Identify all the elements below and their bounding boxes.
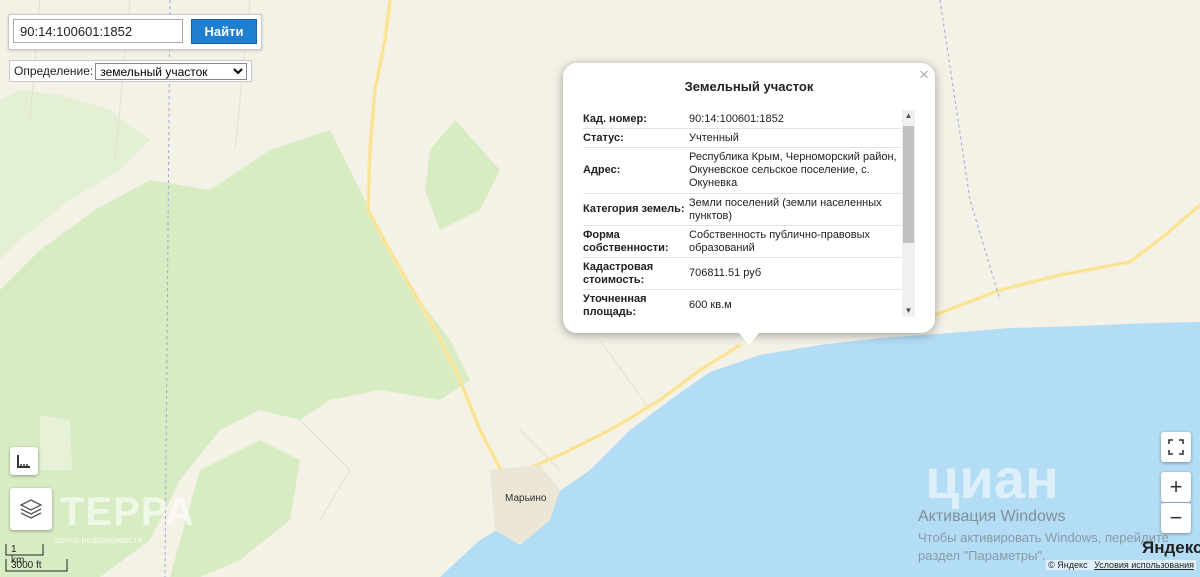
search-button[interactable]: Найти bbox=[191, 19, 257, 44]
row-value: 706811.51 руб bbox=[689, 267, 762, 279]
row-value: Собственность публично-правовых образова… bbox=[689, 228, 871, 254]
map-footer: © Яндекс Условия использования bbox=[1046, 560, 1196, 570]
terms-link[interactable]: Условия использования bbox=[1094, 560, 1194, 570]
place-label-marino: Марьино bbox=[505, 493, 547, 504]
popup-title: Земельный участок bbox=[684, 79, 814, 94]
row-key: Кад. номер: bbox=[583, 112, 647, 125]
layers-button[interactable] bbox=[10, 488, 52, 530]
row-key: Форма собственности: bbox=[583, 228, 669, 254]
table-row: Адрес: Республика Крым, Черноморский рай… bbox=[583, 148, 901, 194]
scroll-thumb[interactable] bbox=[903, 126, 914, 243]
close-icon[interactable]: × bbox=[919, 65, 929, 85]
popup-scrollbar[interactable]: ▲ ▼ bbox=[902, 110, 915, 317]
row-value: Учтенный bbox=[689, 131, 739, 144]
row-key: Уточненная площадь: bbox=[583, 292, 647, 318]
copyright-text: © Яндекс bbox=[1048, 560, 1088, 570]
row-key: Категория земель: bbox=[583, 203, 685, 215]
scroll-up-icon[interactable]: ▲ bbox=[902, 110, 915, 122]
row-key: Статус: bbox=[583, 131, 624, 144]
terra-watermark: ТЕРРА bbox=[60, 490, 195, 534]
ruler-icon bbox=[17, 455, 30, 468]
cian-watermark: циан bbox=[925, 447, 1059, 510]
layers-icon bbox=[19, 499, 43, 519]
table-row: Кадастровая стоимость: 706811.51 руб bbox=[583, 258, 901, 290]
row-value: 90:14:100601:1852 bbox=[689, 112, 784, 125]
table-row: Статус: Учтенный bbox=[583, 129, 901, 148]
parcel-popup: Земельный участок × Кад. номер: 90:14:10… bbox=[563, 63, 935, 345]
forest-area bbox=[40, 415, 72, 470]
definition-select[interactable]: земельный участок bbox=[95, 62, 248, 80]
yandex-logo: Яндекс bbox=[1142, 538, 1200, 557]
row-value: 600 кв.м bbox=[689, 299, 732, 311]
row-value: Земли поселений (земли населенных пункто… bbox=[689, 196, 882, 222]
scale-ft: 3000 ft bbox=[11, 560, 42, 571]
fullscreen-icon bbox=[1168, 439, 1184, 455]
windows-activation-title: Активация Windows bbox=[918, 508, 1066, 525]
fullscreen-button[interactable] bbox=[1161, 432, 1191, 462]
cadastral-search-input[interactable] bbox=[13, 19, 183, 43]
ruler-button[interactable] bbox=[10, 447, 38, 475]
row-key: Кадастровая стоимость: bbox=[583, 260, 654, 286]
row-key: Адрес: bbox=[583, 164, 621, 176]
windows-activation-line2: раздел "Параметры". bbox=[918, 548, 1046, 563]
definition-row: Определение: земельный участок bbox=[9, 60, 253, 82]
table-row: Кад. номер: 90:14:100601:1852 bbox=[583, 110, 901, 129]
parcel-info-table: Кад. номер: 90:14:100601:1852 Статус: Уч… bbox=[583, 110, 901, 317]
zoom-in-button[interactable]: + bbox=[1161, 472, 1191, 502]
scroll-down-icon[interactable]: ▼ bbox=[902, 305, 915, 317]
windows-activation-line1: Чтобы активировать Windows, перейдите bbox=[918, 530, 1169, 545]
definition-label: Определение: bbox=[14, 64, 94, 78]
table-row: Уточненная площадь: 600 кв.м bbox=[583, 290, 901, 318]
table-row: Категория земель: Земли поселений (земли… bbox=[583, 194, 901, 226]
table-row: Форма собственности: Собственность публи… bbox=[583, 226, 901, 258]
zoom-out-button[interactable]: − bbox=[1161, 503, 1191, 533]
row-value: Республика Крым, Черноморский район, Оку… bbox=[689, 151, 897, 189]
search-bar: Найти bbox=[8, 14, 262, 50]
